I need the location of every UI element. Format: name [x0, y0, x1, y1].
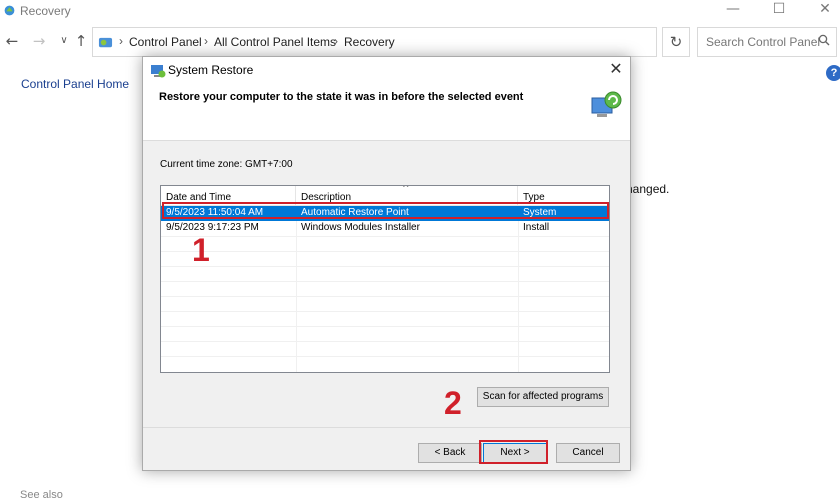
control-panel-home-link[interactable]: Control Panel Home: [21, 77, 129, 91]
dialog-close-button[interactable]: ✕: [606, 59, 626, 79]
search-icon: [818, 34, 830, 46]
breadcrumb-separator: ›: [204, 34, 208, 48]
address-bar[interactable]: › Control Panel › All Control Panel Item…: [92, 27, 657, 57]
up-arrow-icon[interactable]: ↑: [72, 31, 90, 51]
row-description: Windows Modules Installer: [301, 222, 420, 233]
see-also-label: See also: [20, 489, 63, 500]
timezone-label: Current time zone: GMT+7:00: [160, 159, 293, 170]
row-divider: [161, 296, 609, 297]
row-divider: [161, 341, 609, 342]
step-2-marker: 2: [444, 385, 462, 421]
highlight-selected-row: [162, 202, 609, 219]
minimize-button[interactable]: —: [710, 0, 756, 20]
sort-arrow-icon: ^: [402, 185, 410, 194]
row-divider: [161, 326, 609, 327]
window-title: Recovery: [20, 4, 71, 18]
table-row[interactable]: 9/5/2023 9:17:23 PM Windows Modules Inst…: [161, 221, 609, 236]
row-divider: [161, 356, 609, 357]
recovery-app-icon: [4, 5, 15, 16]
dialog-heading: Restore your computer to the state it wa…: [159, 91, 524, 103]
navigation-bar: ← → ∨ ↑ › Control Panel › All Control Pa…: [0, 26, 840, 58]
window-titlebar: Recovery — ☐ ✕: [0, 0, 840, 24]
breadcrumb-all-items[interactable]: All Control Panel Items: [214, 35, 336, 49]
back-arrow-icon[interactable]: ←: [3, 31, 21, 51]
maximize-button[interactable]: ☐: [756, 0, 802, 20]
search-input[interactable]: Search Control Panel: [697, 27, 837, 57]
search-placeholder: Search Control Panel: [706, 35, 821, 49]
close-window-button[interactable]: ✕: [802, 0, 840, 20]
breadcrumb-separator: ›: [119, 34, 123, 48]
restore-computer-icon: [591, 91, 622, 117]
row-divider: [161, 236, 609, 237]
breadcrumb-recovery[interactable]: Recovery: [344, 35, 395, 49]
row-date: 9/5/2023 9:17:23 PM: [166, 222, 259, 233]
breadcrumb-separator: ›: [334, 34, 338, 48]
cancel-button[interactable]: Cancel: [556, 443, 620, 463]
help-icon[interactable]: ?: [826, 65, 840, 81]
row-divider: [161, 251, 609, 252]
dialog-header: System Restore ✕ Restore your computer t…: [143, 57, 630, 141]
background-text: hanged.: [626, 182, 670, 196]
row-divider: [161, 311, 609, 312]
dialog-title: System Restore: [168, 63, 254, 77]
control-panel-icon: [98, 37, 113, 48]
forward-arrow-icon[interactable]: →: [30, 31, 48, 51]
refresh-icon[interactable]: ↻: [662, 27, 690, 57]
highlight-next-button: [479, 440, 548, 464]
scan-affected-programs-button[interactable]: Scan for affected programs: [477, 387, 609, 407]
row-divider: [161, 281, 609, 282]
back-button[interactable]: < Back: [418, 443, 482, 463]
recent-locations-chevron-icon[interactable]: ∨: [55, 31, 73, 51]
system-restore-icon: [151, 65, 166, 78]
row-divider: [161, 266, 609, 267]
system-restore-dialog: System Restore ✕ Restore your computer t…: [142, 56, 631, 471]
step-1-marker: 1: [192, 232, 210, 268]
footer-divider: [143, 427, 630, 428]
row-type: Install: [523, 222, 550, 233]
breadcrumb-control-panel[interactable]: Control Panel: [129, 35, 202, 49]
